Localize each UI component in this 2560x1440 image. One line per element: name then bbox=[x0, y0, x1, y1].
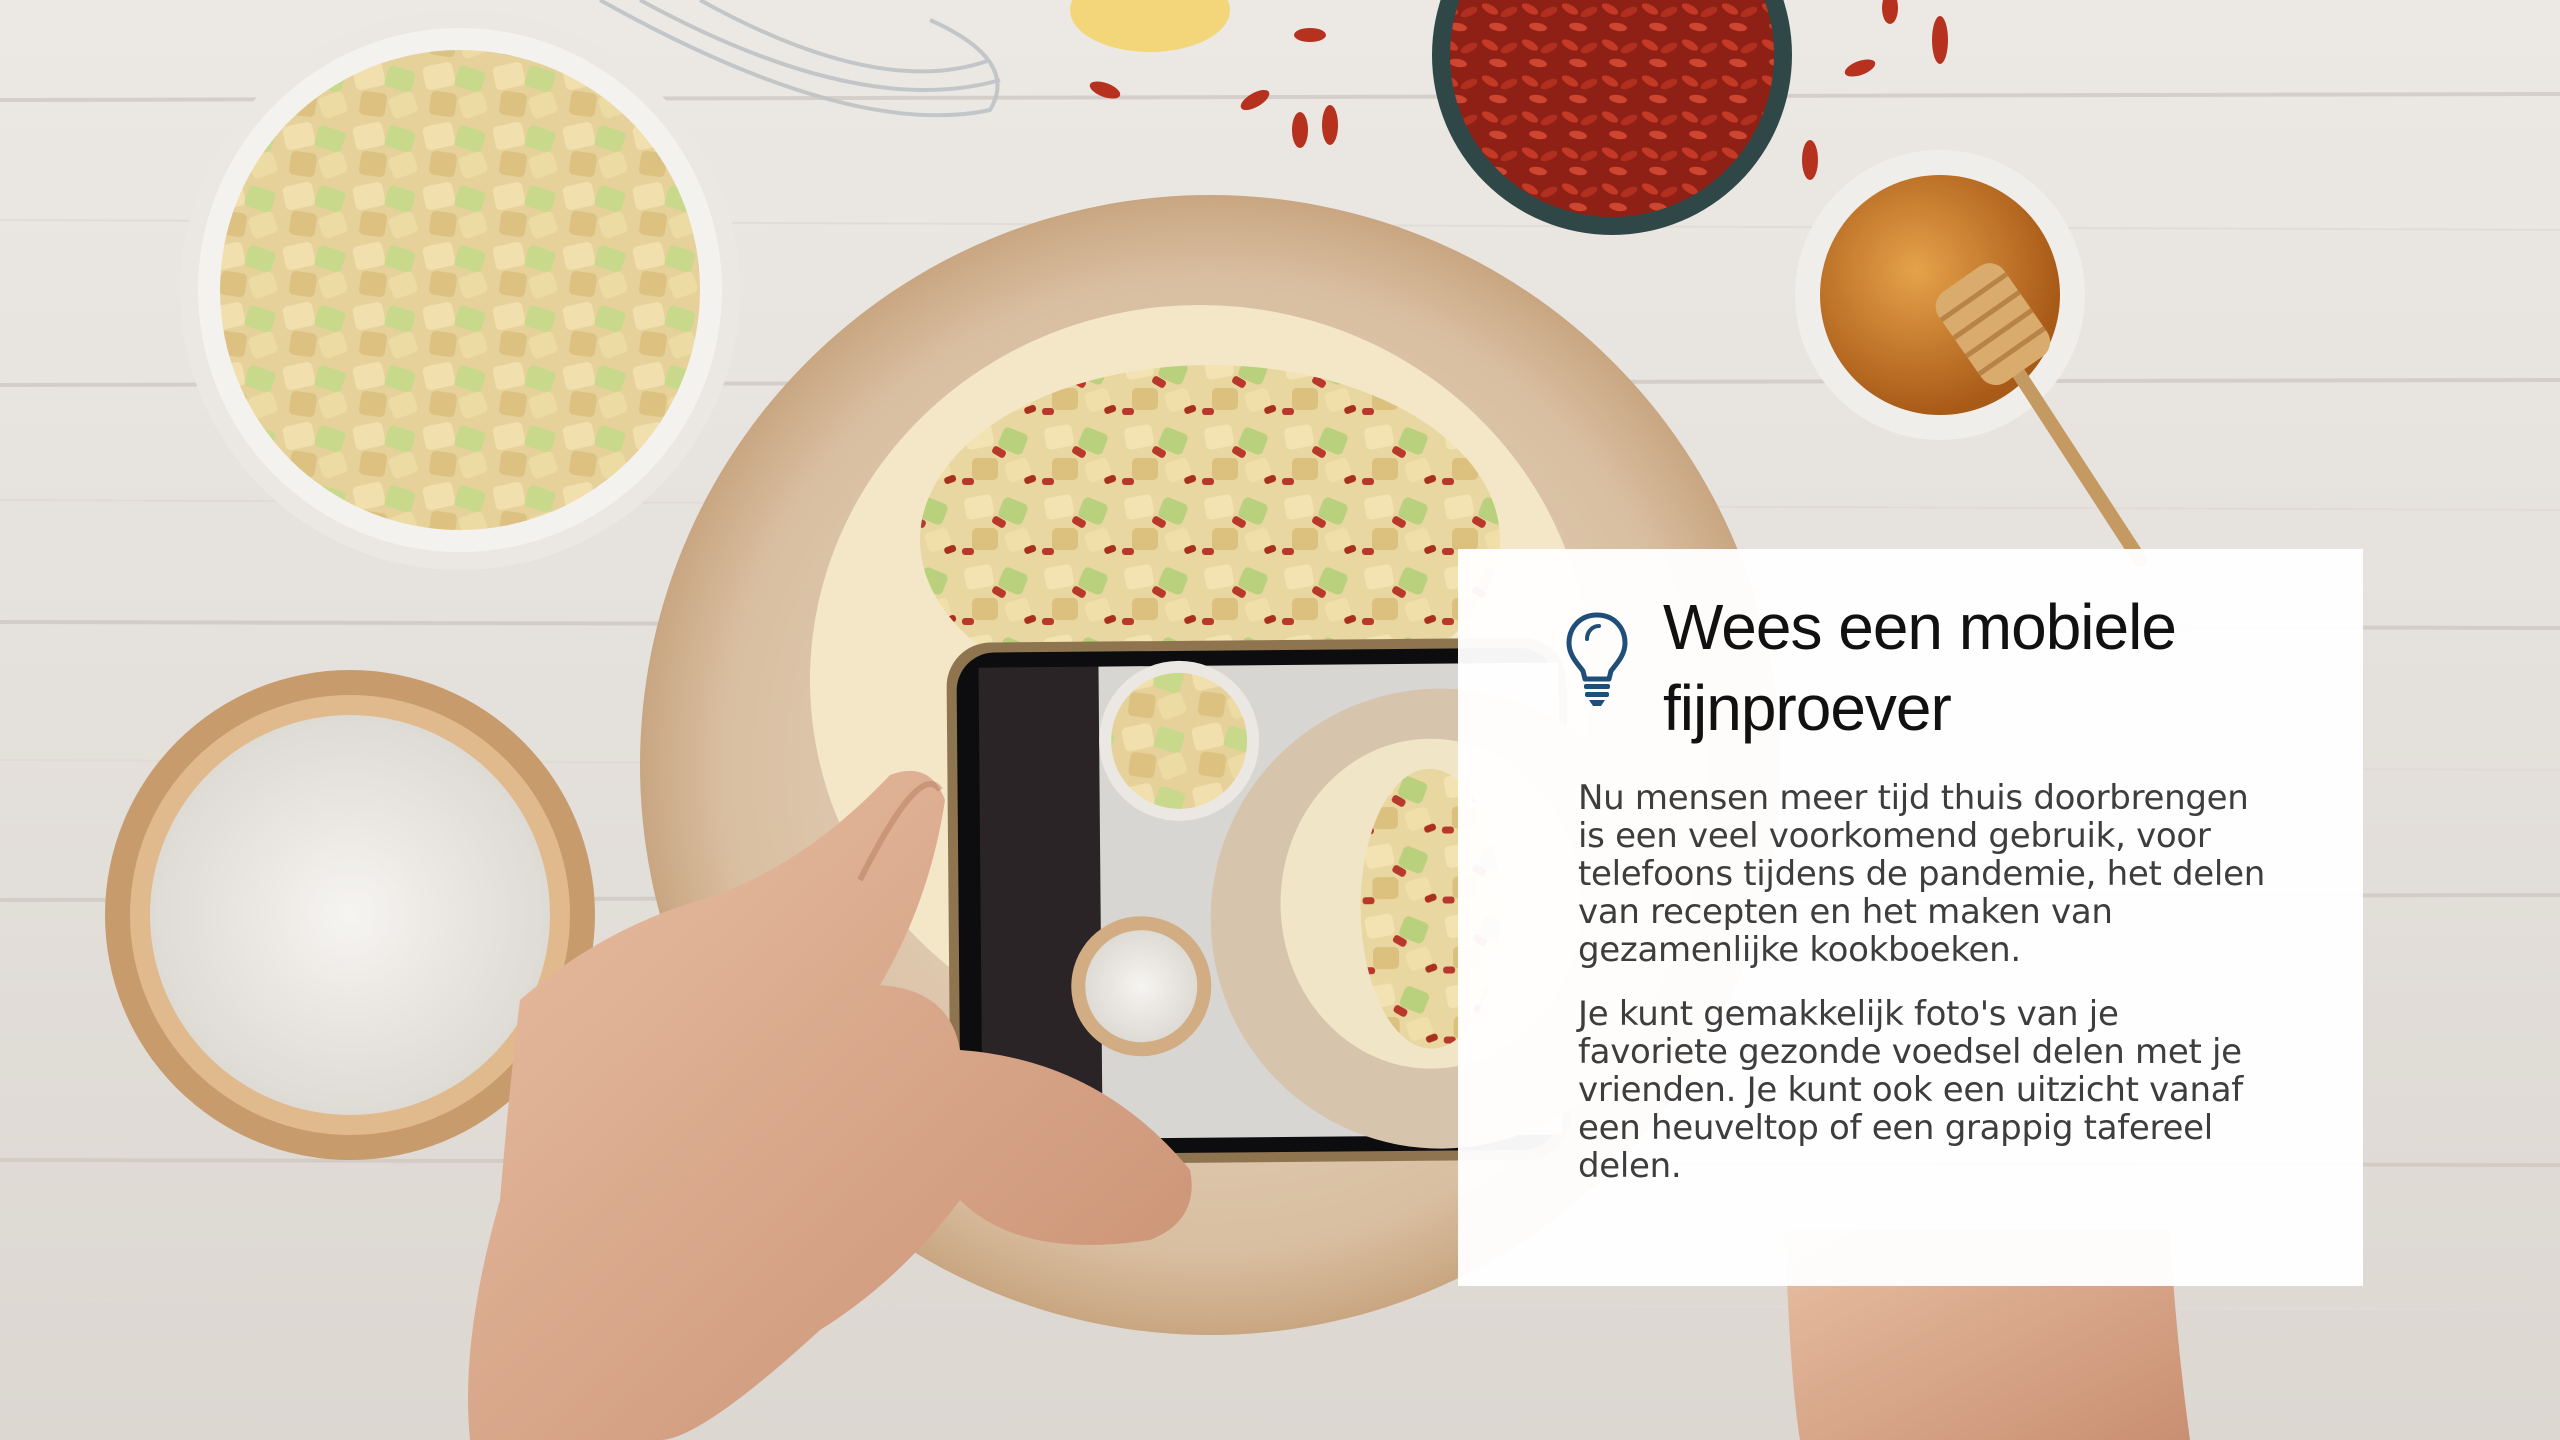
body-paragraph: Nu mensen meer tijd thuis doorbrengen is… bbox=[1578, 778, 2265, 970]
text-card: Wees een mobiele fijnproever Nu mensen m… bbox=[1458, 549, 2363, 1286]
lightbulb-icon bbox=[1566, 612, 1628, 706]
slide: Wees een mobiele fijnproever Nu mensen m… bbox=[0, 0, 2560, 1440]
slide-title: Wees een mobiele fijnproever bbox=[1663, 591, 2177, 744]
body-paragraph: Je kunt gemakkelijk foto's van je favori… bbox=[1578, 994, 2243, 1186]
slide-body: Nu mensen meer tijd thuis doorbrengen is… bbox=[1578, 779, 2278, 1211]
